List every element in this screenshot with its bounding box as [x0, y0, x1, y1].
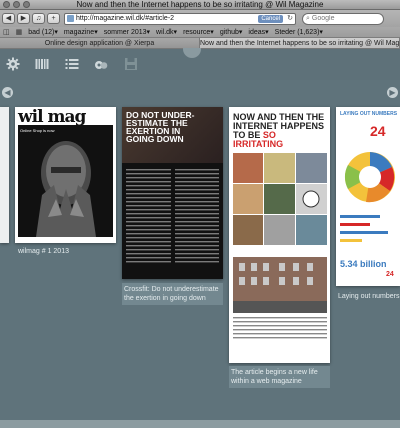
cover-flow-icon[interactable] — [35, 57, 49, 71]
bookmark-item[interactable]: github▾ — [220, 27, 243, 37]
bookmark-item[interactable]: resource▾ — [183, 27, 214, 37]
browser-window: Now and then the Internet happens to be … — [0, 0, 400, 428]
forward-button[interactable]: ▶ — [17, 13, 30, 24]
top-sites-icon[interactable]: ▦ — [16, 28, 23, 36]
big-number: 5.34 billion — [340, 259, 387, 269]
stat-number: 24 — [370, 123, 386, 139]
magazine-cover[interactable]: NOW AND THEN THE INTERNET HAPPENS TO BE … — [229, 107, 330, 363]
caption-box: Crossfit: Do not underestimate the exert… — [122, 283, 223, 305]
magazine-cover[interactable]: LAYING OUT NUMBERS 24 5.34 billion 24 — [336, 107, 400, 286]
add-bookmark-button[interactable]: + — [47, 13, 60, 24]
cover-caption: The article begins a new life within a w… — [231, 369, 318, 385]
caption-box: The article begins a new life within a w… — [229, 366, 330, 388]
photo-grid — [233, 153, 327, 245]
tab-xierpa[interactable]: Online design application @ Xierpa — [0, 38, 200, 48]
article-text-columns — [126, 169, 219, 263]
address-bar[interactable]: http://magazine.wil.dk/#article-2 Cancel… — [64, 12, 296, 25]
bookmark-item[interactable]: Steder (1,623)▾ — [275, 27, 323, 37]
bookmark-item[interactable]: wil.dk▾ — [156, 27, 177, 37]
magazine-cover[interactable]: wil mag Online Shop is now — [15, 107, 116, 243]
cover-headline: LAYING OUT NUMBERS — [340, 111, 398, 117]
cover-photo — [18, 125, 113, 237]
bar-graphic — [340, 215, 388, 242]
cover-caption: Laying out numbers — [338, 293, 400, 300]
status-bar — [0, 420, 400, 428]
bookmarks-bar: ◫ ▦ bad (12)▾ magazine▾ sommer 2013▾ wil… — [0, 27, 400, 38]
cover-caption: Crossfit: Do not underestimate the exert… — [124, 286, 219, 302]
url-text[interactable]: http://magazine.wil.dk/#article-2 — [76, 15, 174, 22]
bookmark-item[interactable]: sommer 2013▾ — [104, 27, 150, 37]
list-view-icon[interactable] — [65, 57, 79, 71]
font-size-icon[interactable] — [94, 57, 108, 71]
cover-headline: DO NOT UNDER-ESTIMATE THE EXERTION IN GO… — [126, 110, 195, 144]
magazine-toolbar — [0, 49, 400, 80]
cover-side-text: Online Shop is now — [20, 128, 55, 133]
window-title: Now and then the Internet happens to be … — [76, 0, 324, 9]
search-field[interactable]: ⌕ — [302, 12, 384, 25]
reading-list-icon[interactable]: ◫ — [3, 28, 10, 36]
headline-highlight: IRRITATING — [233, 139, 284, 149]
search-input[interactable] — [311, 15, 372, 22]
cover-caption: wilmag # 1 2013 — [18, 248, 69, 255]
magazine-cover[interactable] — [0, 107, 9, 243]
back-button[interactable]: ◀ — [2, 13, 15, 24]
carousel-prev-arrow-icon[interactable]: ◀ — [2, 87, 13, 98]
save-icon[interactable] — [124, 57, 138, 71]
bookmark-item[interactable]: ideas▾ — [248, 27, 268, 37]
reload-icon[interactable]: ↻ — [287, 15, 293, 23]
cancel-load-button[interactable]: Cancel — [258, 14, 283, 23]
browser-toolbar: ◀ ▶ ♫ + http://magazine.wil.dk/#article-… — [0, 10, 400, 27]
article-photo — [233, 257, 327, 339]
bookmarks-button[interactable]: ♫ — [32, 13, 45, 24]
portrait-photo — [36, 141, 96, 237]
search-icon: ⌕ — [306, 14, 310, 22]
title-bar: Now and then the Internet happens to be … — [0, 0, 400, 10]
bookmark-item[interactable]: magazine▾ — [64, 27, 98, 37]
bookmark-item[interactable]: bad (12)▾ — [28, 27, 58, 37]
gear-icon[interactable] — [6, 57, 20, 71]
small-number: 24 — [386, 271, 394, 278]
carousel-next-arrow-icon[interactable]: ▶ — [387, 87, 398, 98]
cover-logo: wil mag — [18, 107, 86, 127]
magazine-cover[interactable]: DO NOT UNDER-ESTIMATE THE EXERTION IN GO… — [122, 107, 223, 279]
pie-graphic — [344, 152, 395, 203]
headline-part: NOW AND THEN THE INTERNET HAPPENS TO BE — [233, 112, 325, 140]
cover-headline: NOW AND THEN THE INTERNET HAPPENS TO BE … — [233, 113, 327, 149]
site-favicon-icon — [67, 15, 74, 22]
tab-wil-magazine[interactable]: Now and then the Internet happens to be … — [200, 38, 400, 48]
